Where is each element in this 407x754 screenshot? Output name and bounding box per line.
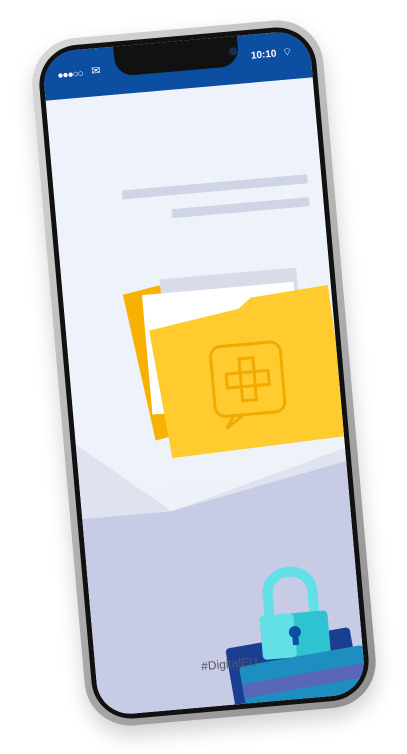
illustration <box>45 77 367 717</box>
wifi-icon: ⌔ <box>281 46 293 59</box>
smartphone: ●●●○○ ✉ 10:10 ⌔ #DigitalEU <box>28 16 380 730</box>
folder-icon <box>122 267 350 459</box>
mail-icon: ✉ <box>90 64 102 78</box>
signal-icon: ●●●○○ <box>57 68 84 82</box>
stage: ●●●○○ ✉ 10:10 ⌔ #DigitalEU <box>0 0 407 754</box>
status-time: 10:10 <box>250 48 277 62</box>
